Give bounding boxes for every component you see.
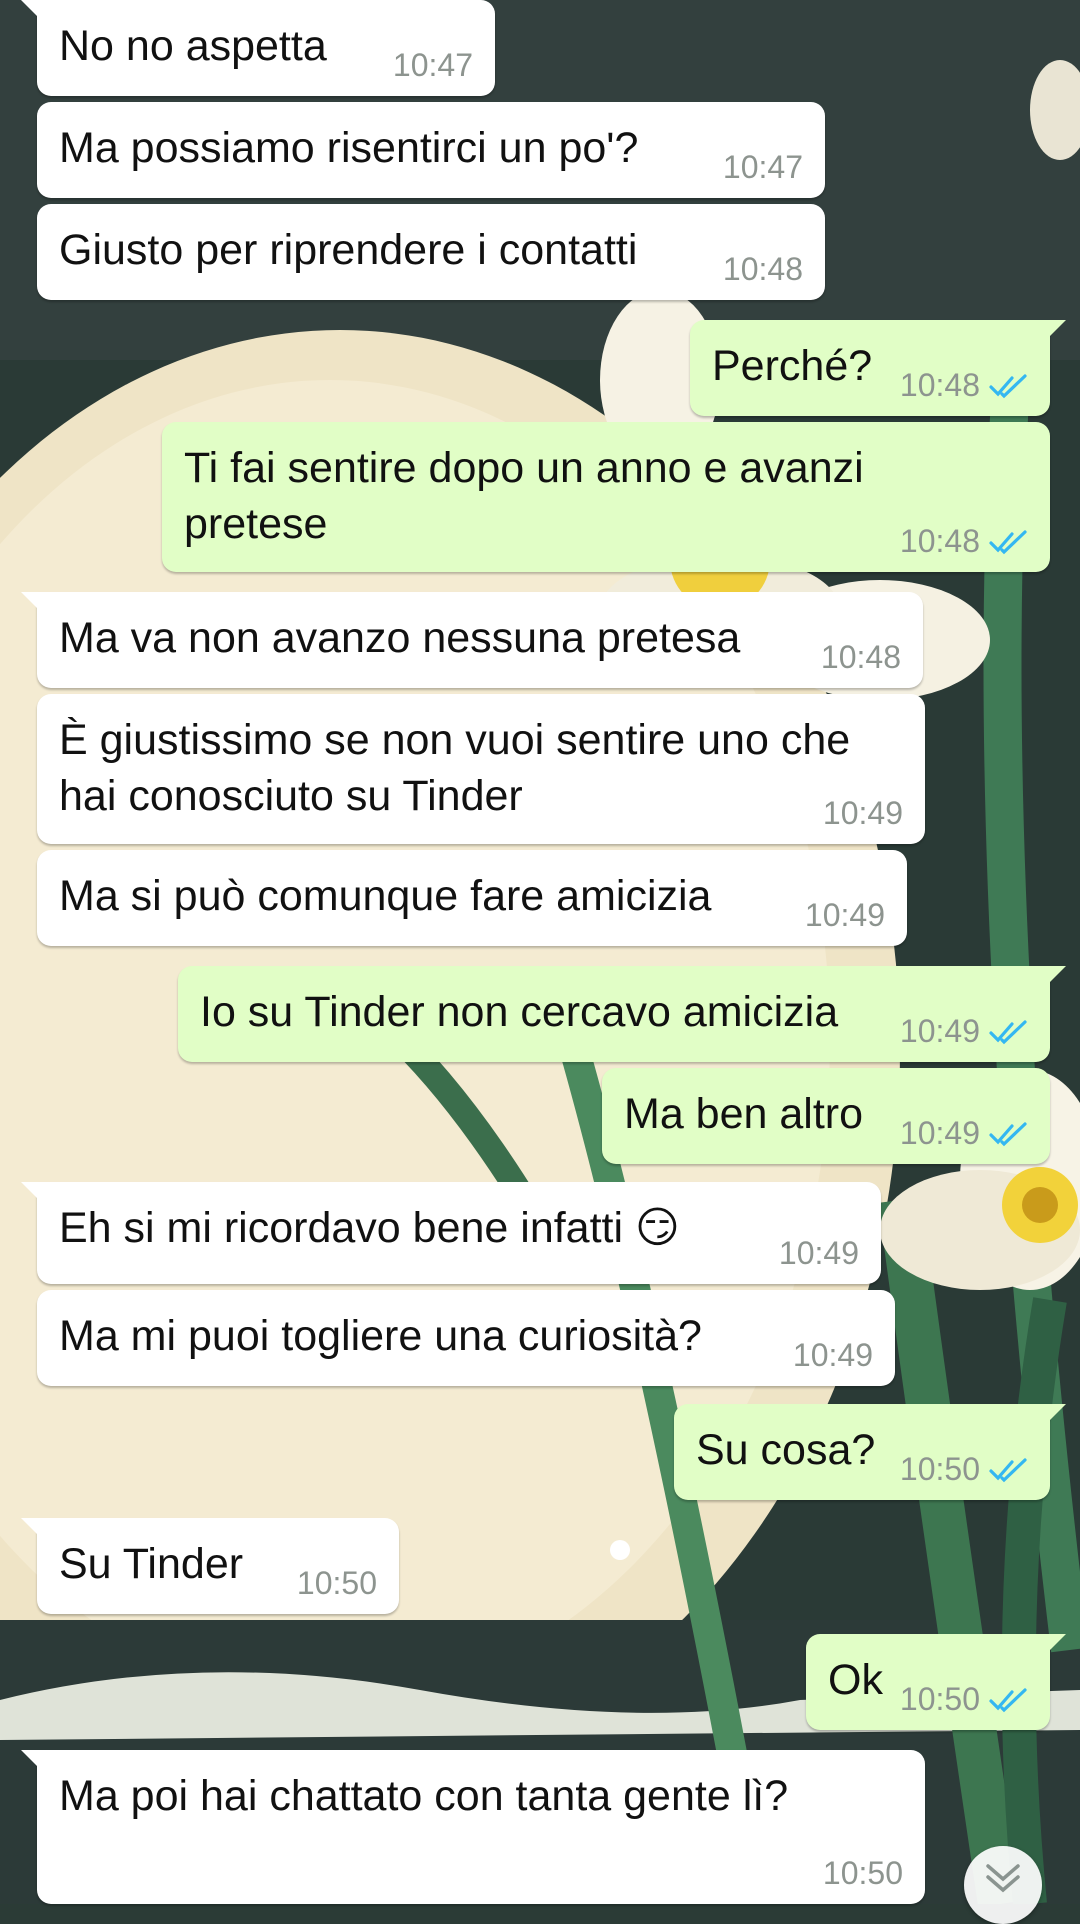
message-timestamp: 10:50: [296, 1565, 377, 1601]
message-text: No no aspetta: [59, 22, 327, 70]
outgoing-message-bubble[interactable]: Io su Tinder non cercavo amicizia 10:49: [178, 966, 1066, 1062]
incoming-message-bubble[interactable]: No no aspetta 10:47: [21, 0, 495, 96]
incoming-message-bubble[interactable]: È giustissimo se non vuoi sentire uno ch…: [37, 694, 925, 844]
incoming-message-bubble[interactable]: Ma poi hai chattato con tanta gente lì? 1…: [21, 1750, 925, 1904]
message-meta: 10:47: [723, 149, 803, 186]
incoming-message-bubble[interactable]: Eh si mi ricordavo bene infatti 😏 10:49: [21, 1182, 881, 1284]
message-timestamp: 10:50: [822, 1855, 903, 1891]
message-timestamp: 10:49: [778, 1235, 859, 1271]
message-timestamp: 10:49: [792, 1337, 873, 1373]
incoming-message-bubble[interactable]: Ma va non avanzo nessuna pretesa 10:48: [21, 592, 923, 688]
message-text: Ma va non avanzo nessuna pretesa: [59, 614, 741, 662]
bubble-tail: [21, 1750, 43, 1772]
message-text: Ma poi hai chattato con tanta gente lì?: [59, 1772, 789, 1820]
read-receipt-double-check-icon: [989, 1019, 1027, 1044]
message-meta: 10:48: [900, 367, 1028, 404]
message-meta: 10:49: [779, 1235, 859, 1272]
message-text: Su cosa?: [696, 1426, 876, 1474]
bubble-tail: [1044, 320, 1066, 342]
message-text: Su Tinder: [59, 1540, 244, 1588]
read-receipt-double-check-icon: [989, 1687, 1027, 1712]
scroll-to-bottom-button[interactable]: [964, 1846, 1042, 1924]
read-receipt-double-check-icon: [989, 1457, 1027, 1482]
incoming-message-bubble[interactable]: Ma mi puoi togliere una curiosità? 10:49: [37, 1290, 895, 1386]
message-text: Perché?: [712, 342, 873, 390]
incoming-message-bubble[interactable]: Giusto per riprendere i contatti 10:48: [37, 204, 825, 300]
bubble-tail: [21, 592, 43, 614]
message-timestamp: 10:47: [722, 149, 803, 185]
message-text: Ti fai sentire dopo un anno e avanzi pre…: [184, 444, 864, 548]
message-timestamp: 10:48: [820, 639, 901, 675]
message-text: È giustissimo se non vuoi sentire uno ch…: [59, 716, 851, 820]
message-meta: 10:49: [900, 1115, 1028, 1152]
bubble-tail: [1044, 1404, 1066, 1426]
outgoing-message-bubble[interactable]: Ti fai sentire dopo un anno e avanzi pre…: [162, 422, 1050, 572]
read-receipt-double-check-icon: [989, 373, 1027, 398]
read-receipt-double-check-icon: [989, 529, 1027, 554]
message-text: Giusto per riprendere i contatti: [59, 226, 638, 274]
bubble-tail: [1044, 1634, 1066, 1656]
message-timestamp: 10:49: [822, 795, 903, 831]
message-meta: 10:50: [900, 1681, 1028, 1718]
message-timestamp: 10:48: [899, 523, 980, 559]
message-timestamp: 10:49: [899, 1115, 980, 1151]
message-meta: 10:49: [900, 1013, 1028, 1050]
message-timestamp: 10:48: [899, 367, 980, 403]
message-timestamp: 10:50: [899, 1681, 980, 1717]
bubble-tail: [21, 1182, 43, 1204]
message-meta: 10:49: [805, 897, 885, 934]
bubble-tail: [21, 1518, 43, 1540]
incoming-message-bubble[interactable]: Ma si può comunque fare amicizia 10:49: [37, 850, 907, 946]
message-text: Ma ben altro: [624, 1090, 864, 1138]
chevron-double-down-icon: [986, 1864, 1020, 1893]
message-meta: 10:48: [900, 523, 1028, 560]
outgoing-message-bubble[interactable]: Ma ben altro 10:49: [602, 1068, 1050, 1164]
message-timestamp: 10:50: [899, 1451, 980, 1487]
message-text: Ma si può comunque fare amicizia: [59, 872, 712, 920]
message-timestamp: 10:49: [899, 1013, 980, 1049]
message-meta: 10:48: [723, 251, 803, 288]
message-text: Ma mi puoi togliere una curiosità?: [59, 1312, 702, 1360]
message-text: Ok: [828, 1656, 883, 1704]
message-meta: 10:50: [823, 1855, 903, 1892]
bubble-tail: [1044, 966, 1066, 988]
bubble-tail: [21, 0, 43, 22]
incoming-message-bubble[interactable]: Ma possiamo risentirci un po'? 10:47: [37, 102, 825, 198]
message-meta: 10:50: [900, 1451, 1028, 1488]
message-meta: 10:50: [297, 1565, 377, 1602]
message-timestamp: 10:48: [722, 251, 803, 287]
outgoing-message-bubble[interactable]: Su cosa? 10:50: [674, 1404, 1066, 1500]
message-text: Io su Tinder non cercavo amicizia: [200, 988, 839, 1036]
message-meta: 10:47: [393, 47, 473, 84]
message-meta: 10:49: [823, 795, 903, 832]
message-timestamp: 10:47: [392, 47, 473, 83]
read-receipt-double-check-icon: [989, 1121, 1027, 1146]
message-text: Eh si mi ricordavo bene infatti 😏: [59, 1204, 680, 1252]
outgoing-message-bubble[interactable]: Perché? 10:48: [690, 320, 1066, 416]
message-meta: 10:49: [793, 1337, 873, 1374]
message-meta: 10:48: [821, 639, 901, 676]
message-text: Ma possiamo risentirci un po'?: [59, 124, 639, 172]
message-timestamp: 10:49: [804, 897, 885, 933]
incoming-message-bubble[interactable]: Su Tinder 10:50: [21, 1518, 399, 1614]
outgoing-message-bubble[interactable]: Ok 10:50: [806, 1634, 1066, 1730]
